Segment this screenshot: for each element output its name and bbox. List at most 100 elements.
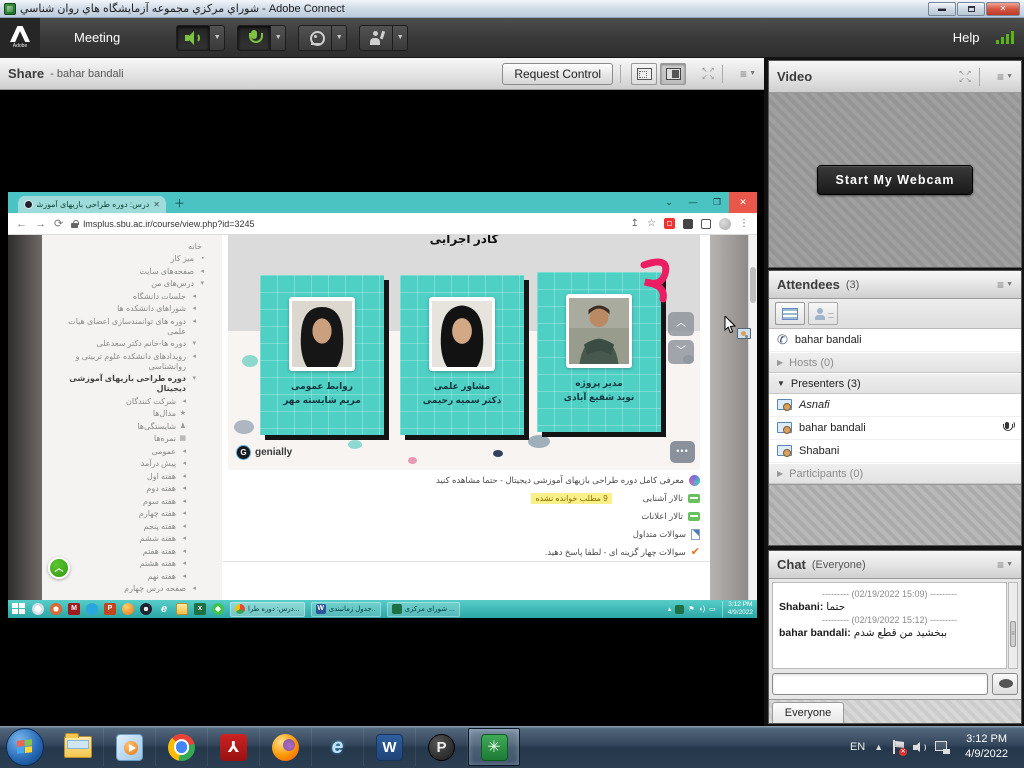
chat-tab-everyone[interactable]: Everyone bbox=[772, 702, 844, 723]
tab-close-icon[interactable]: ✕ bbox=[153, 200, 160, 209]
share-layout-full-button[interactable] bbox=[660, 63, 686, 85]
chat-pod-menu-icon[interactable]: ≡▼ bbox=[997, 558, 1013, 572]
genially-brand[interactable]: G genially bbox=[236, 445, 292, 460]
status-dropdown[interactable]: ▼ bbox=[393, 25, 408, 51]
sidebar-item[interactable]: ◂ جلسات دانشگاه bbox=[48, 292, 212, 302]
sidebar-item[interactable]: ◂ هفته پنجم bbox=[48, 522, 212, 532]
file-explorer-icon[interactable] bbox=[176, 603, 188, 615]
sidebar-item[interactable]: ◂ دوره های توانمندسازی اعضای هیات علمی bbox=[48, 317, 212, 337]
shared-start-button[interactable] bbox=[12, 603, 26, 615]
browser-restore-button[interactable]: ❐ bbox=[705, 192, 729, 213]
chat-scrollbar-thumb[interactable]: ≡ bbox=[1010, 621, 1016, 647]
telegram-icon[interactable] bbox=[86, 603, 98, 615]
embed-scroll-down-button[interactable]: ﹀ bbox=[668, 340, 694, 364]
help-menu[interactable]: Help bbox=[953, 30, 980, 45]
taskbar-acrobat-button[interactable]: ⅄ bbox=[208, 728, 260, 766]
webcam-button[interactable] bbox=[298, 25, 332, 51]
start-button[interactable] bbox=[6, 728, 44, 766]
attendee-row[interactable]: bahar bandali bbox=[769, 417, 1021, 440]
active-speaker-row[interactable]: ✆ bahar bandali bbox=[769, 329, 1021, 352]
presenters-group-header[interactable]: ▼ Presenters (3) bbox=[769, 373, 1021, 394]
hosts-group-header[interactable]: ▶ Hosts (0) bbox=[769, 352, 1021, 373]
taskbar-window-word[interactable]: W ..جدول زمانبندی bbox=[311, 602, 381, 617]
video-pod-menu-icon[interactable]: ≡▼ bbox=[997, 70, 1013, 84]
adobe-app-icon[interactable]: M bbox=[68, 603, 80, 615]
speaker-button[interactable] bbox=[176, 25, 210, 51]
url-box[interactable]: lmsplus.sbu.ac.ir/course/view.php?id=324… bbox=[71, 219, 622, 229]
microphone-button[interactable] bbox=[237, 25, 271, 51]
excel-icon[interactable]: x bbox=[194, 603, 206, 615]
sidebar-item[interactable]: ◂ رویدادهای دانشکده علوم تربیتی و روانشن… bbox=[48, 352, 212, 372]
taskbar-media-player-button[interactable] bbox=[104, 728, 156, 766]
start-webcam-button[interactable]: Start My Webcam bbox=[817, 165, 974, 195]
attendees-pod-menu-icon[interactable]: ≡▼ bbox=[997, 278, 1013, 292]
share-layout-windowed-button[interactable] bbox=[631, 63, 657, 85]
tray-volume-icon[interactable]: ◖) bbox=[699, 606, 706, 613]
sidebar-item[interactable]: ◂ هفته اول bbox=[48, 472, 212, 482]
speaker-dropdown[interactable]: ▼ bbox=[210, 25, 225, 51]
sidebar-item[interactable]: ◂ هفته هفتم bbox=[48, 547, 212, 557]
action-center-flag-icon[interactable]: ✕ bbox=[892, 740, 904, 754]
activity-quiz[interactable]: ✔ سوالات چهار گزینه ای - لطفا پاسخ دهید. bbox=[222, 547, 700, 558]
tray-app-icon[interactable] bbox=[675, 605, 684, 614]
activity-intro[interactable]: معرفی کامل دوره طراحی بازیهای آموزشی دیج… bbox=[222, 475, 700, 486]
hidden-icons-arrow[interactable]: ▲ bbox=[874, 742, 883, 752]
meeting-menu[interactable]: Meeting bbox=[74, 30, 120, 45]
extensions-icon[interactable] bbox=[683, 219, 693, 229]
sidebar-item[interactable]: ◂ شرکت کنندگان bbox=[48, 397, 212, 407]
attendee-row[interactable]: Asnafi bbox=[769, 394, 1021, 417]
sidebar-item[interactable]: ▾ درس‌های من bbox=[48, 279, 212, 289]
restore-button[interactable] bbox=[957, 2, 985, 16]
taskbar-explorer-button[interactable] bbox=[52, 728, 104, 766]
sidebar-item[interactable]: ◂ شوراهای دانشکده ها bbox=[48, 304, 212, 314]
browser-minimize-button[interactable]: — bbox=[681, 192, 705, 213]
taskbar-ie-button[interactable]: e bbox=[312, 728, 364, 766]
scrollbar-thumb[interactable] bbox=[750, 267, 756, 303]
browser-menu-dots-icon[interactable]: ⋮ bbox=[739, 218, 749, 229]
tray-flag-icon[interactable]: ⚑ bbox=[688, 605, 694, 613]
browser-close-button[interactable]: ✕ bbox=[729, 192, 757, 213]
profile-avatar-icon[interactable] bbox=[719, 218, 731, 230]
firefox-icon[interactable] bbox=[122, 603, 134, 615]
sidebar-item[interactable]: ◂ صفحه‌های سایت bbox=[48, 267, 212, 277]
back-icon[interactable]: ← bbox=[16, 218, 27, 230]
new-tab-button[interactable]: ＋ bbox=[174, 195, 185, 213]
browser-tab[interactable]: درس: دوره طراحی بازیهای آموزشی ✕ bbox=[18, 196, 166, 213]
reload-icon[interactable]: ⟳ bbox=[54, 217, 63, 230]
taskbar-psiphon-button[interactable]: P bbox=[416, 728, 468, 766]
chat-send-button[interactable] bbox=[992, 673, 1018, 695]
video-fullscreen-icon[interactable]: ↖↗↙↘ bbox=[958, 70, 972, 84]
browser-scrollbar[interactable] bbox=[748, 235, 757, 600]
sidebar-item[interactable]: ▦ نمره‌ها bbox=[48, 434, 212, 444]
tab-group-icon[interactable] bbox=[701, 219, 711, 229]
minimize-button[interactable]: ▬ bbox=[928, 2, 956, 16]
taskbar-window-connect[interactable]: ... شورای مرکزی bbox=[387, 602, 460, 617]
webcam-dropdown[interactable]: ▼ bbox=[332, 25, 347, 51]
share-fullscreen-icon[interactable]: ↖↗↙↘ bbox=[701, 67, 715, 81]
activity-forum-announcements[interactable]: تالار اعلانات bbox=[222, 511, 700, 522]
close-button[interactable]: ✕ bbox=[986, 2, 1020, 16]
sidebar-item[interactable]: ◂ پیش درآمد bbox=[48, 459, 212, 469]
microphone-dropdown[interactable]: ▼ bbox=[271, 25, 286, 51]
sidebar-item[interactable]: ▾ دوره ها-خانم دکتر سعدعلی bbox=[48, 339, 212, 349]
scroll-to-top-button[interactable]: ︿ bbox=[48, 557, 70, 579]
hidden-icons-arrow[interactable]: ▴ bbox=[668, 605, 672, 613]
activity-faq-page[interactable]: سوالات متداول bbox=[222, 529, 700, 540]
sidebar-item[interactable]: ◂ هفته هشتم bbox=[48, 559, 212, 569]
sidebar-item[interactable]: ◂ هفته چهارم bbox=[48, 509, 212, 519]
share-pod-menu-icon[interactable]: ≡▼ bbox=[740, 67, 756, 81]
sidebar-item[interactable]: ★ مدال‌ها bbox=[48, 409, 212, 419]
whatsapp-icon[interactable] bbox=[212, 603, 224, 615]
taskbar-chrome-button[interactable] bbox=[156, 728, 208, 766]
forward-icon[interactable]: → bbox=[35, 218, 46, 230]
taskbar-firefox-button[interactable] bbox=[260, 728, 312, 766]
sidebar-item[interactable]: ◂ هفته نهم bbox=[48, 572, 212, 582]
sidebar-item[interactable]: ▾ دوره طراحی بازیهای آموزشی دیجیتال bbox=[48, 374, 212, 394]
embed-options-button[interactable]: ••• bbox=[670, 441, 695, 463]
taskbar-word-button[interactable]: W bbox=[364, 728, 416, 766]
opera-icon[interactable] bbox=[50, 603, 62, 615]
sidebar-item[interactable]: ▪ میز کار bbox=[48, 254, 212, 264]
shared-clock[interactable]: 3:12 PM 4/9/2022 bbox=[722, 601, 753, 617]
volume-icon[interactable] bbox=[913, 741, 926, 754]
browser-profile-chevron-icon[interactable]: ⌄ bbox=[657, 192, 681, 213]
